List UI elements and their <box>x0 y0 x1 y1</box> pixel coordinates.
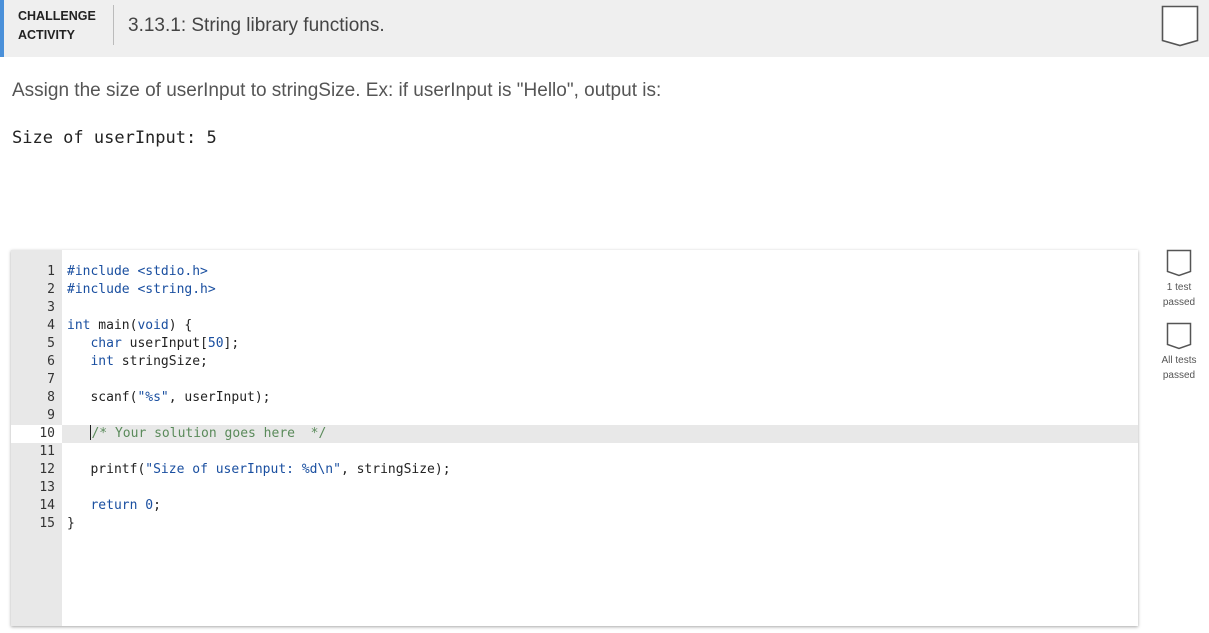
test-badge-icon <box>1166 249 1192 277</box>
code-token: void <box>137 318 169 333</box>
code-line[interactable]: 6 int stringSize; <box>11 353 1138 371</box>
line-number: 15 <box>39 516 55 531</box>
code-token: #include <stdio.h> <box>67 264 208 279</box>
code-token: ; <box>153 498 161 513</box>
test-result: All tests passed <box>1153 322 1205 383</box>
test-result-status: passed <box>1162 370 1196 381</box>
example-output: Size of userInput: 5 <box>12 128 217 148</box>
challenge-label-line1: CHALLENGE <box>18 9 96 23</box>
line-number: 10 <box>11 425 62 443</box>
incomplete-badge-icon <box>1161 5 1199 47</box>
line-number: 14 <box>39 498 55 513</box>
code-line[interactable]: 3 <box>11 299 1138 317</box>
test-result-count: All tests <box>1161 355 1197 366</box>
code-text[interactable]: printf("Size of userInput: %d\n", string… <box>67 461 451 479</box>
code-text[interactable]: char userInput[50]; <box>67 335 239 353</box>
activity-title: 3.13.1: String library functions. <box>128 15 385 36</box>
challenge-header: CHALLENGE ACTIVITY 3.13.1: String librar… <box>0 0 1209 57</box>
code-token: , stringSize); <box>340 462 451 477</box>
line-number: 8 <box>47 390 55 405</box>
code-token: userInput[ <box>121 336 208 351</box>
code-line[interactable]: 7 <box>11 371 1138 389</box>
line-number: 7 <box>47 372 55 387</box>
line-number: 11 <box>39 444 55 459</box>
code-line[interactable]: 12 printf("Size of userInput: %d\n", str… <box>11 461 1138 479</box>
code-token: ]; <box>223 336 240 351</box>
code-text[interactable]: int stringSize; <box>67 353 208 371</box>
code-line[interactable]: 9 <box>11 407 1138 425</box>
code-line[interactable]: 13 <box>11 479 1138 497</box>
code-line[interactable]: 15} <box>11 515 1138 533</box>
code-line[interactable]: 5 char userInput[50]; <box>11 335 1138 353</box>
code-token: ) { <box>168 318 193 333</box>
line-number: 3 <box>47 300 55 315</box>
line-number: 2 <box>47 282 55 297</box>
line-number: 6 <box>47 354 55 369</box>
code-text[interactable]: #include <string.h> <box>67 281 216 299</box>
code-line[interactable]: 1 #include <stdio.h> <box>11 263 1138 281</box>
line-number: 5 <box>47 336 55 351</box>
code-token: , userInput); <box>168 390 271 405</box>
code-line[interactable]: 10 /* Your solution goes here */ <box>11 425 1138 443</box>
code-text[interactable]: #include <stdio.h> <box>67 263 208 281</box>
test-result-count: 1 test <box>1166 282 1192 293</box>
code-token: #include <string.h> <box>67 282 216 297</box>
line-number: 9 <box>47 408 55 423</box>
challenge-prompt: Assign the size of userInput to stringSi… <box>12 80 662 101</box>
code-editor[interactable]: 1 #include <stdio.h> 2 #include <string.h> 3… <box>11 250 1138 626</box>
code-token: stringSize; <box>113 354 208 369</box>
line-number: 13 <box>39 480 55 495</box>
test-badge-icon <box>1166 322 1192 350</box>
code-line[interactable]: 4 int main(void) { <box>11 317 1138 335</box>
code-token: } <box>67 516 75 531</box>
test-result-status: passed <box>1162 297 1196 308</box>
line-number: 12 <box>39 462 55 477</box>
code-line[interactable]: 11 <box>11 443 1138 461</box>
code-token: "Size of userInput: %d\n" <box>145 462 341 477</box>
code-token: int <box>90 354 114 369</box>
line-number: 1 <box>47 264 55 279</box>
test-result: 1 test passed <box>1153 249 1205 310</box>
challenge-activity-label: CHALLENGE ACTIVITY <box>18 7 96 45</box>
code-token: scanf( <box>67 390 138 405</box>
challenge-label-line2: ACTIVITY <box>18 28 75 42</box>
header-divider <box>113 5 114 45</box>
code-line[interactable]: 8 scanf("%s", userInput); <box>11 389 1138 407</box>
code-text[interactable]: return 0; <box>67 497 161 515</box>
code-token: 0 <box>145 498 154 513</box>
code-text[interactable]: /* Your solution goes here */ <box>67 425 326 443</box>
code-text[interactable]: scanf("%s", userInput); <box>67 389 271 407</box>
code-token: "%s" <box>137 390 169 405</box>
code-token: char <box>90 336 122 351</box>
code-line[interactable]: 14 return 0; <box>11 497 1138 515</box>
code-token: /* Your solution goes here */ <box>91 426 327 441</box>
code-text[interactable]: int main(void) { <box>67 317 192 335</box>
code-line[interactable]: 2 #include <string.h> <box>11 281 1138 299</box>
code-token: int <box>67 318 91 333</box>
code-token: main( <box>90 318 138 333</box>
code-token: 50 <box>207 336 224 351</box>
line-number: 4 <box>47 318 55 333</box>
code-token: printf( <box>67 462 146 477</box>
code-text[interactable]: } <box>67 515 75 533</box>
code-token: return <box>90 498 138 513</box>
